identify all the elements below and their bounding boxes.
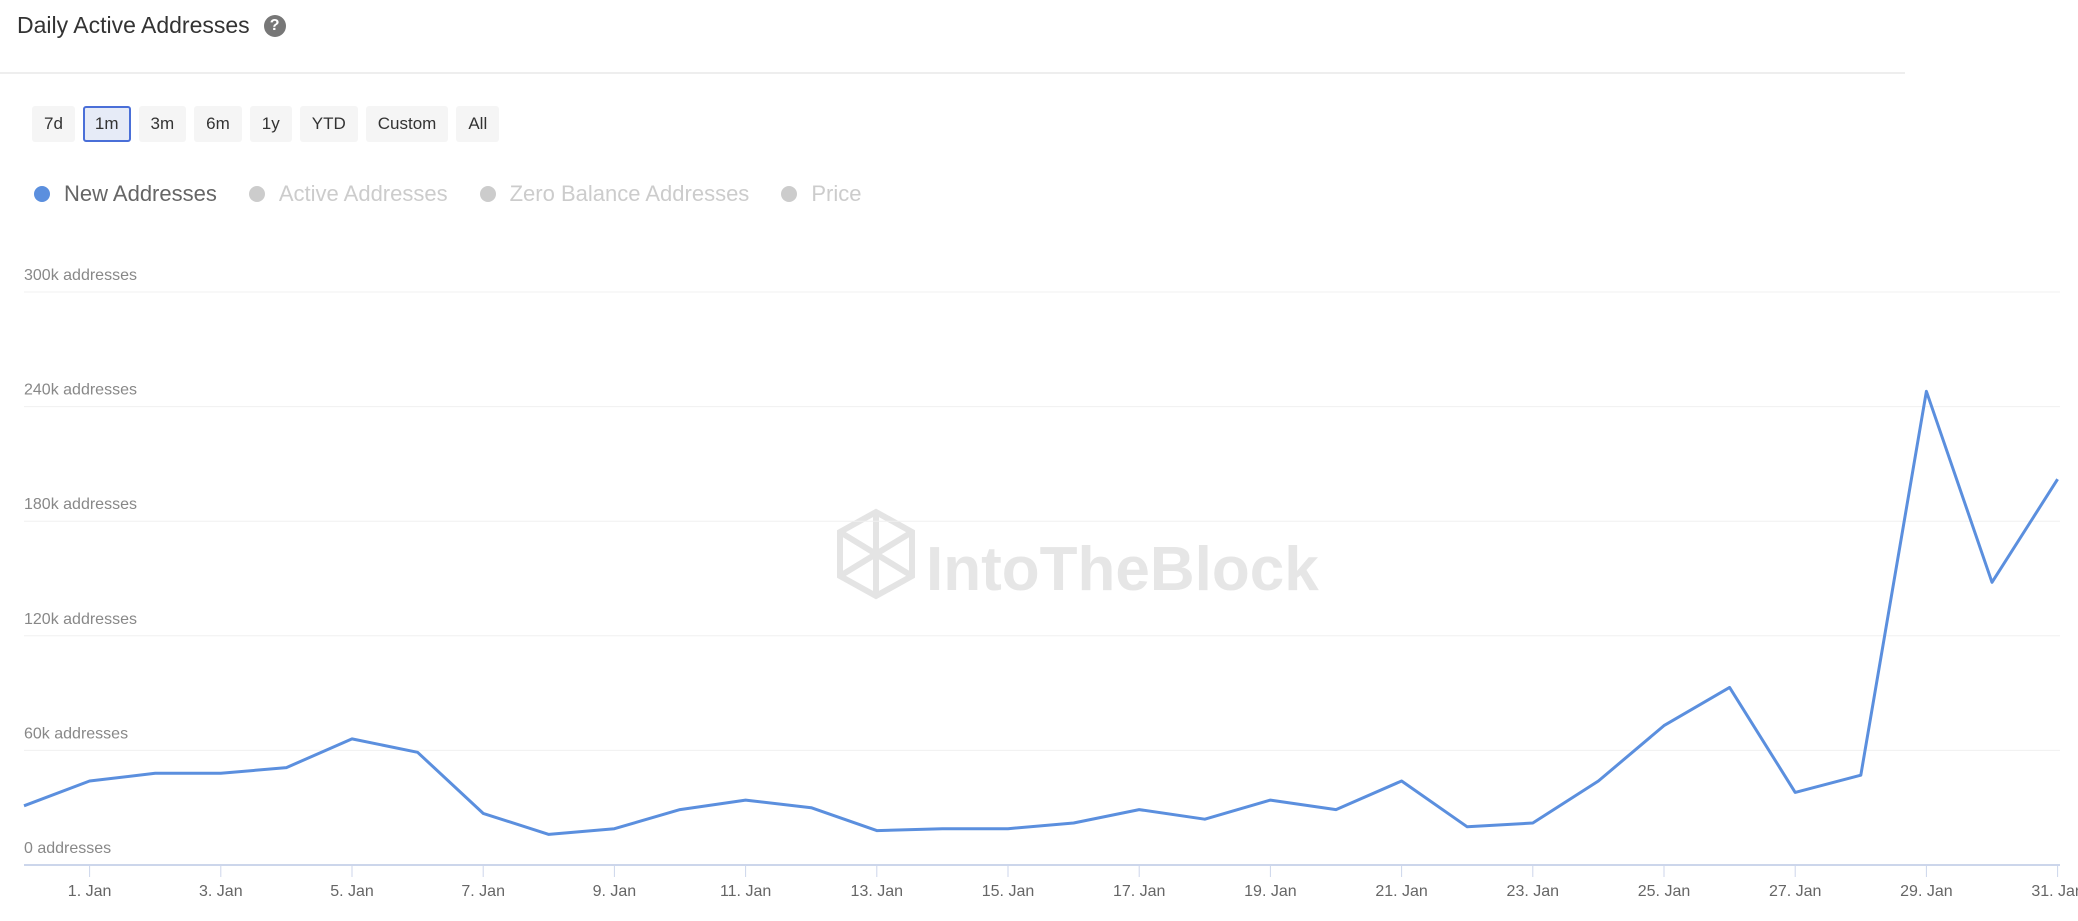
watermark-icon — [837, 508, 915, 600]
x-tick-label: 5. Jan — [330, 883, 374, 900]
x-tick-label: 11. Jan — [720, 883, 771, 900]
x-tick-label: 15. Jan — [982, 883, 1034, 900]
x-tick-label: 17. Jan — [1113, 883, 1165, 900]
series-line-new-addresses — [23, 389, 2059, 836]
y-tick-label: 120k addresses — [24, 611, 137, 628]
x-tick-label: 31. Jan — [2031, 883, 2078, 900]
x-tick-label: 13. Jan — [851, 883, 903, 900]
x-tick-label: 1. Jan — [68, 883, 112, 900]
x-tick-label: 9. Jan — [593, 883, 637, 900]
y-tick-label: 300k addresses — [24, 267, 137, 284]
y-tick-label: 240k addresses — [24, 382, 137, 399]
y-tick-label: 60k addresses — [24, 725, 128, 742]
x-tick-label: 7. Jan — [461, 883, 505, 900]
x-tick-label: 3. Jan — [199, 883, 243, 900]
y-tick-label: 180k addresses — [24, 496, 137, 513]
x-tick-label: 23. Jan — [1507, 883, 1559, 900]
y-tick-label: 0 addresses — [24, 840, 111, 857]
x-tick-label: 25. Jan — [1638, 883, 1690, 900]
watermark-text: IntoTheBlock — [926, 535, 1319, 604]
x-tick-label: 29. Jan — [1900, 883, 1952, 900]
x-tick-label: 27. Jan — [1769, 883, 1821, 900]
x-tick-label: 19. Jan — [1244, 883, 1296, 900]
line-chart: IntoTheBlock 0 addresses 60k addresses 120k… — [23, 267, 2078, 900]
x-tick-label: 21. Jan — [1375, 883, 1427, 900]
